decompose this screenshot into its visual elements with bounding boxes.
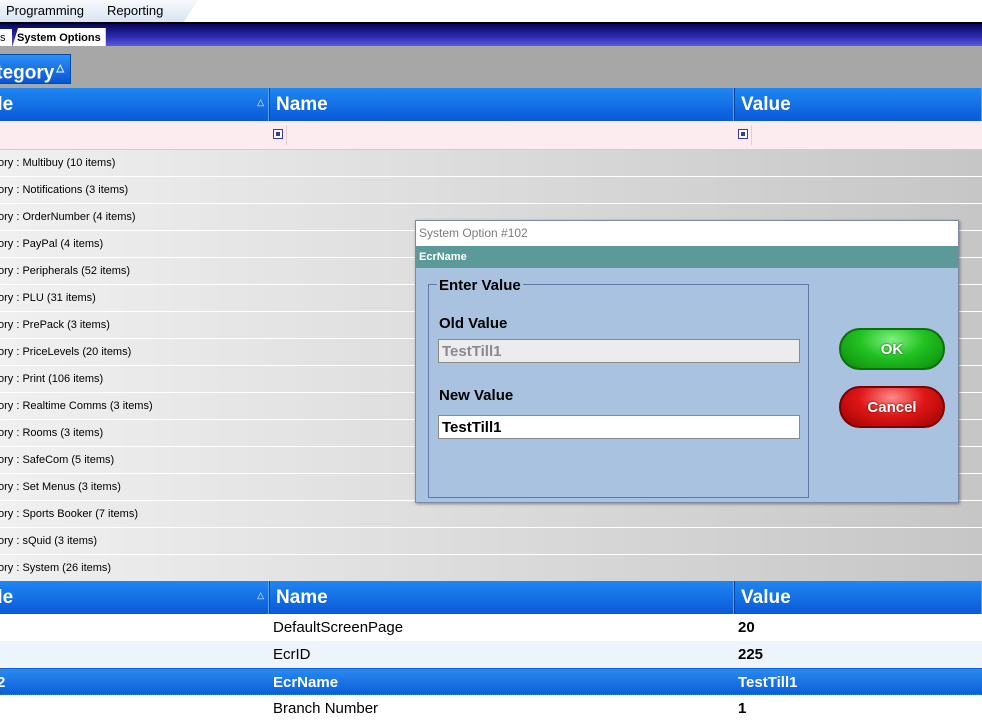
- old-value-label: Old Value: [439, 315, 508, 332]
- cell-name: DefaultScreenPage: [273, 619, 404, 636]
- group-row[interactable]: ory : Sports Booker (7 items): [0, 501, 982, 528]
- group-row-label: ory : Notifications (3 items): [0, 184, 129, 196]
- new-value-label: New Value: [439, 387, 514, 404]
- group-row-label: ory : Set Menus (3 items): [0, 481, 121, 493]
- group-row-label: ory : Peripherals (52 items): [0, 265, 131, 277]
- filter-value-icon[interactable]: [738, 129, 748, 139]
- group-row-label: ory : PayPal (4 items): [0, 238, 104, 250]
- column-header-code[interactable]: de △: [0, 581, 269, 614]
- cell-name: EcrID: [273, 646, 311, 663]
- column-header-name[interactable]: Name: [269, 88, 734, 121]
- group-row-label: ory : SafeCom (5 items): [0, 454, 115, 466]
- column-header-code-label: de: [0, 587, 14, 608]
- table-row[interactable]: EcrID 225: [0, 641, 982, 668]
- column-header-value-label: Value: [741, 94, 791, 115]
- cell-value: TestTill1: [738, 674, 798, 691]
- group-category-label: itegory: [0, 62, 55, 84]
- dialog-subtitle: EcrName: [416, 246, 958, 268]
- column-header-name-label: Name: [276, 587, 328, 608]
- new-value-field[interactable]: [438, 415, 800, 439]
- ok-button[interactable]: OK: [839, 328, 945, 370]
- cell-value: 20: [738, 619, 755, 636]
- group-row-label: ory : PLU (31 items): [0, 292, 96, 304]
- column-header-name[interactable]: Name: [269, 581, 734, 614]
- sort-ascending-icon: △: [56, 63, 65, 74]
- group-row-label: ory : OrderNumber (4 items): [0, 211, 136, 223]
- group-row[interactable]: ory : Multibuy (10 items): [0, 150, 982, 177]
- group-by-panel: itegory△: [0, 46, 982, 88]
- tab-strip: s System Options: [0, 22, 982, 48]
- grid-header-inner: de △ Name Value: [0, 581, 982, 614]
- table-row[interactable]: Branch Number 1: [0, 695, 982, 722]
- table-row-selected[interactable]: 2 EcrName TestTill1: [0, 668, 982, 695]
- sort-ascending-icon: △: [257, 97, 264, 107]
- cell-code: 2: [0, 674, 6, 691]
- group-category-button[interactable]: itegory△: [0, 54, 72, 84]
- cell-name: EcrName: [273, 674, 339, 691]
- group-row-label: ory : Realtime Comms (3 items): [0, 400, 153, 412]
- column-header-value[interactable]: Value: [734, 88, 982, 121]
- column-header-value[interactable]: Value: [734, 581, 982, 614]
- cancel-button[interactable]: Cancel: [839, 386, 945, 428]
- menu-reporting[interactable]: Reporting: [107, 3, 163, 18]
- column-header-name-label: Name: [276, 94, 328, 115]
- group-row-label: ory : Print (106 items): [0, 373, 104, 385]
- table-row[interactable]: DefaultScreenPage 20: [0, 614, 982, 641]
- dialog-title: System Option #102: [416, 221, 958, 246]
- group-row[interactable]: ory : sQuid (3 items): [0, 528, 982, 555]
- sort-ascending-icon: △: [257, 590, 264, 600]
- enter-value-legend: Enter Value: [437, 277, 523, 294]
- cell-value: 1: [738, 700, 747, 717]
- menu-bar: Programming Reporting: [0, 0, 198, 22]
- old-value-field: [438, 339, 800, 363]
- filter-name-icon[interactable]: [273, 129, 283, 139]
- menu-programming[interactable]: Programming: [6, 3, 84, 18]
- group-row-label: ory : System (26 items): [0, 562, 112, 574]
- group-row[interactable]: ory : Notifications (3 items): [0, 177, 982, 204]
- tab-system-options[interactable]: System Options: [12, 28, 106, 48]
- cell-value: 225: [738, 646, 764, 663]
- column-header-code-label: de: [0, 94, 14, 115]
- filter-divider: [286, 125, 287, 145]
- group-row-label: ory : PrePack (3 items): [0, 319, 110, 331]
- group-row-label: ory : PriceLevels (20 items): [0, 346, 132, 358]
- system-option-dialog: System Option #102 EcrName Enter Value O…: [415, 220, 959, 503]
- column-header-value-label: Value: [741, 587, 791, 608]
- enter-value-group: Enter Value Old Value New Value: [428, 277, 809, 498]
- cell-name: Branch Number: [273, 700, 379, 717]
- filter-row: [0, 121, 982, 150]
- grid-header: de △ Name Value: [0, 88, 982, 121]
- tab-previous-label: s: [0, 32, 6, 44]
- group-row-label: ory : Sports Booker (7 items): [0, 508, 138, 520]
- column-header-code[interactable]: de △: [0, 88, 269, 121]
- group-row-label: ory : Multibuy (10 items): [0, 157, 116, 169]
- group-row-label: ory : sQuid (3 items): [0, 535, 98, 547]
- filter-divider: [751, 125, 752, 145]
- group-row[interactable]: ory : System (26 items): [0, 555, 982, 582]
- group-row-label: ory : Rooms (3 items): [0, 427, 104, 439]
